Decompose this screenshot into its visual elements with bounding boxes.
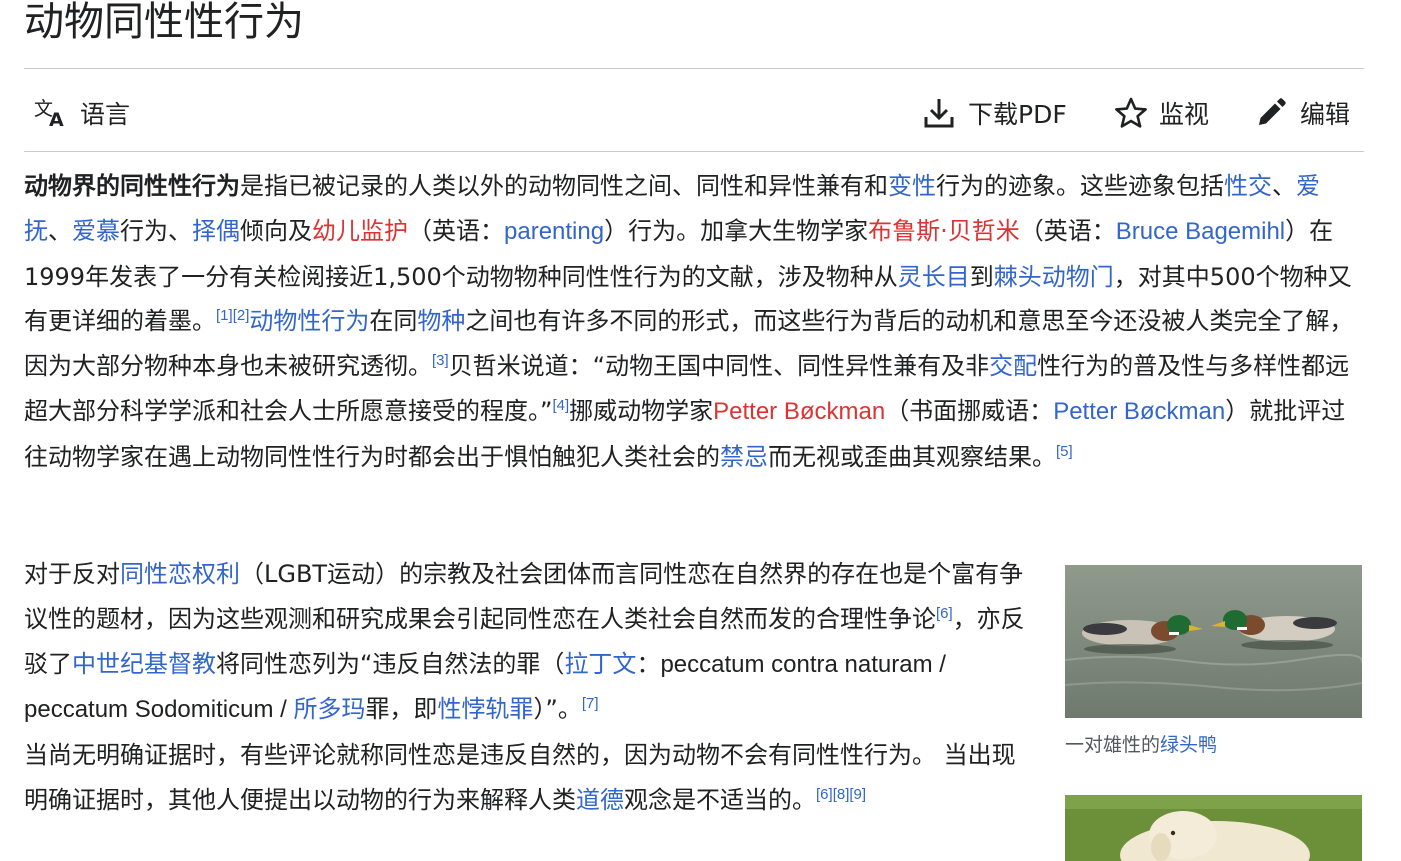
language-label: 语言 bbox=[80, 100, 131, 129]
text: 、 bbox=[1272, 172, 1296, 200]
link-sodom[interactable]: 所多玛 bbox=[293, 695, 365, 723]
ref-5[interactable]: [5] bbox=[1056, 443, 1073, 460]
text: 当尚无明确证据时，有些评论就称同性恋是违反自然的，因为动物不会有同性性行为。 当… bbox=[24, 741, 1016, 814]
text: 在同 bbox=[369, 307, 418, 336]
link-transgender[interactable]: 变性 bbox=[888, 172, 936, 200]
title-divider bbox=[24, 68, 1364, 69]
text: ）”。 bbox=[533, 695, 582, 724]
text: 到 bbox=[969, 262, 994, 291]
link-bockman[interactable]: Petter Bøckman bbox=[713, 398, 885, 425]
text: （书面挪威语： bbox=[885, 396, 1054, 425]
ref-3[interactable]: [3] bbox=[432, 352, 449, 369]
download-pdf-label: 下载PDF bbox=[968, 100, 1067, 129]
link-latin[interactable]: 拉丁文 bbox=[564, 650, 636, 678]
text: ： bbox=[636, 649, 661, 678]
text: 而无视或歪曲其观察结果。 bbox=[768, 442, 1056, 471]
link-mating[interactable]: 交配 bbox=[989, 352, 1037, 380]
watch-button[interactable]: 监视 bbox=[1113, 86, 1209, 140]
text: 贝哲米说道：“动物王国中同性、同性异性兼有及非 bbox=[448, 352, 990, 381]
page-title: 动物同性性行为 bbox=[24, 0, 304, 45]
ref-6[interactable]: [6] bbox=[936, 605, 953, 622]
link-parenting-en[interactable]: parenting bbox=[504, 218, 604, 245]
link-lgbt-rights[interactable]: 同性恋权利 bbox=[120, 560, 240, 588]
link-bagemihl[interactable]: 布鲁斯·贝哲米 bbox=[868, 217, 1020, 245]
text: 挪威动物学家 bbox=[569, 396, 714, 425]
translate-icon: 文 A bbox=[34, 98, 68, 128]
link-animal-sexual-behaviour[interactable]: 动物性行为 bbox=[249, 307, 369, 335]
link-bagemihl-en[interactable]: Bruce Bagemihl bbox=[1116, 218, 1285, 245]
svg-text:A: A bbox=[49, 109, 64, 128]
link-species[interactable]: 物种 bbox=[417, 307, 465, 335]
article-body: 动物界的同性性行为是指已被记录的人类以外的动物同性之间、同性和异性兼有和变性行为… bbox=[24, 164, 1364, 480]
text: 对于反对 bbox=[24, 560, 120, 588]
text: （英语： bbox=[1019, 216, 1116, 245]
page-toolbar: 文 A 语言 下载PDF 监视 编辑 bbox=[24, 86, 1364, 140]
link-acanthocephala[interactable]: 棘头动物门 bbox=[994, 263, 1114, 291]
text: 行为的迹象。这些迹象包括 bbox=[936, 172, 1224, 200]
text: 行为、 bbox=[120, 216, 192, 245]
link-medieval-christianity[interactable]: 中世纪基督教 bbox=[72, 650, 216, 678]
link-bockman-no[interactable]: Petter Bøckman bbox=[1053, 398, 1225, 425]
lead-paragraph: 动物界的同性性行为是指已被记录的人类以外的动物同性之间、同性和异性兼有和变性行为… bbox=[24, 164, 1359, 480]
link-mallard[interactable]: 绿头鸭 bbox=[1160, 734, 1217, 756]
ref-6b[interactable]: [6] bbox=[816, 786, 833, 803]
watch-label: 监视 bbox=[1159, 100, 1210, 129]
link-morality[interactable]: 道德 bbox=[576, 786, 624, 814]
text: （英语： bbox=[408, 216, 504, 245]
link-affection[interactable]: 爱慕 bbox=[72, 217, 120, 245]
dog-image[interactable] bbox=[1065, 795, 1362, 861]
link-taboo[interactable]: 禁忌 bbox=[720, 443, 768, 471]
text: 、 bbox=[48, 216, 72, 245]
ref-7[interactable]: [7] bbox=[582, 695, 599, 712]
star-icon bbox=[1113, 96, 1149, 130]
text: 观念是不适当的。 bbox=[624, 785, 816, 814]
text: ）行为。加拿大生物学家 bbox=[604, 216, 869, 245]
caption-text: 一对雄性的 bbox=[1065, 734, 1161, 756]
edit-button[interactable]: 编辑 bbox=[1254, 86, 1350, 140]
ref-2[interactable]: [2] bbox=[233, 307, 250, 324]
link-sex[interactable]: 性交 bbox=[1224, 172, 1272, 200]
mallard-figure: 一对雄性的绿头鸭 bbox=[1065, 565, 1362, 758]
ref-4[interactable]: [4] bbox=[552, 397, 569, 414]
text: 罪，即 bbox=[365, 695, 438, 724]
second-paragraph: 对于反对同性恋权利（LGBT运动）的宗教及社会团体而言同性恋在自然界的存在也是个… bbox=[24, 552, 1034, 823]
ref-1[interactable]: [1] bbox=[216, 307, 233, 324]
text: 倾向及 bbox=[240, 216, 312, 245]
pencil-icon bbox=[1254, 96, 1288, 130]
link-primates[interactable]: 灵长目 bbox=[898, 263, 970, 291]
bold-term: 动物界的同性性行为 bbox=[24, 172, 240, 200]
ref-9[interactable]: [9] bbox=[849, 786, 866, 803]
mallard-image[interactable] bbox=[1065, 565, 1362, 718]
download-icon bbox=[922, 96, 956, 130]
link-sodomy[interactable]: 性悖轨罪 bbox=[437, 695, 533, 723]
toolbar-divider bbox=[24, 151, 1364, 152]
language-button[interactable]: 文 A 语言 bbox=[34, 86, 130, 140]
ref-8[interactable]: [8] bbox=[833, 786, 850, 803]
figure-caption: 一对雄性的绿头鸭 bbox=[1065, 732, 1362, 758]
edit-label: 编辑 bbox=[1300, 100, 1351, 129]
link-mate-choice[interactable]: 择偶 bbox=[192, 217, 240, 245]
link-parenting[interactable]: 幼儿监护 bbox=[312, 217, 408, 245]
text: 将同性恋列为“违反自然法的罪（ bbox=[216, 649, 565, 678]
text: 是指已被记录的人类以外的动物同性之间、同性和异性兼有和 bbox=[240, 172, 888, 200]
download-pdf-button[interactable]: 下载PDF bbox=[922, 86, 1067, 140]
